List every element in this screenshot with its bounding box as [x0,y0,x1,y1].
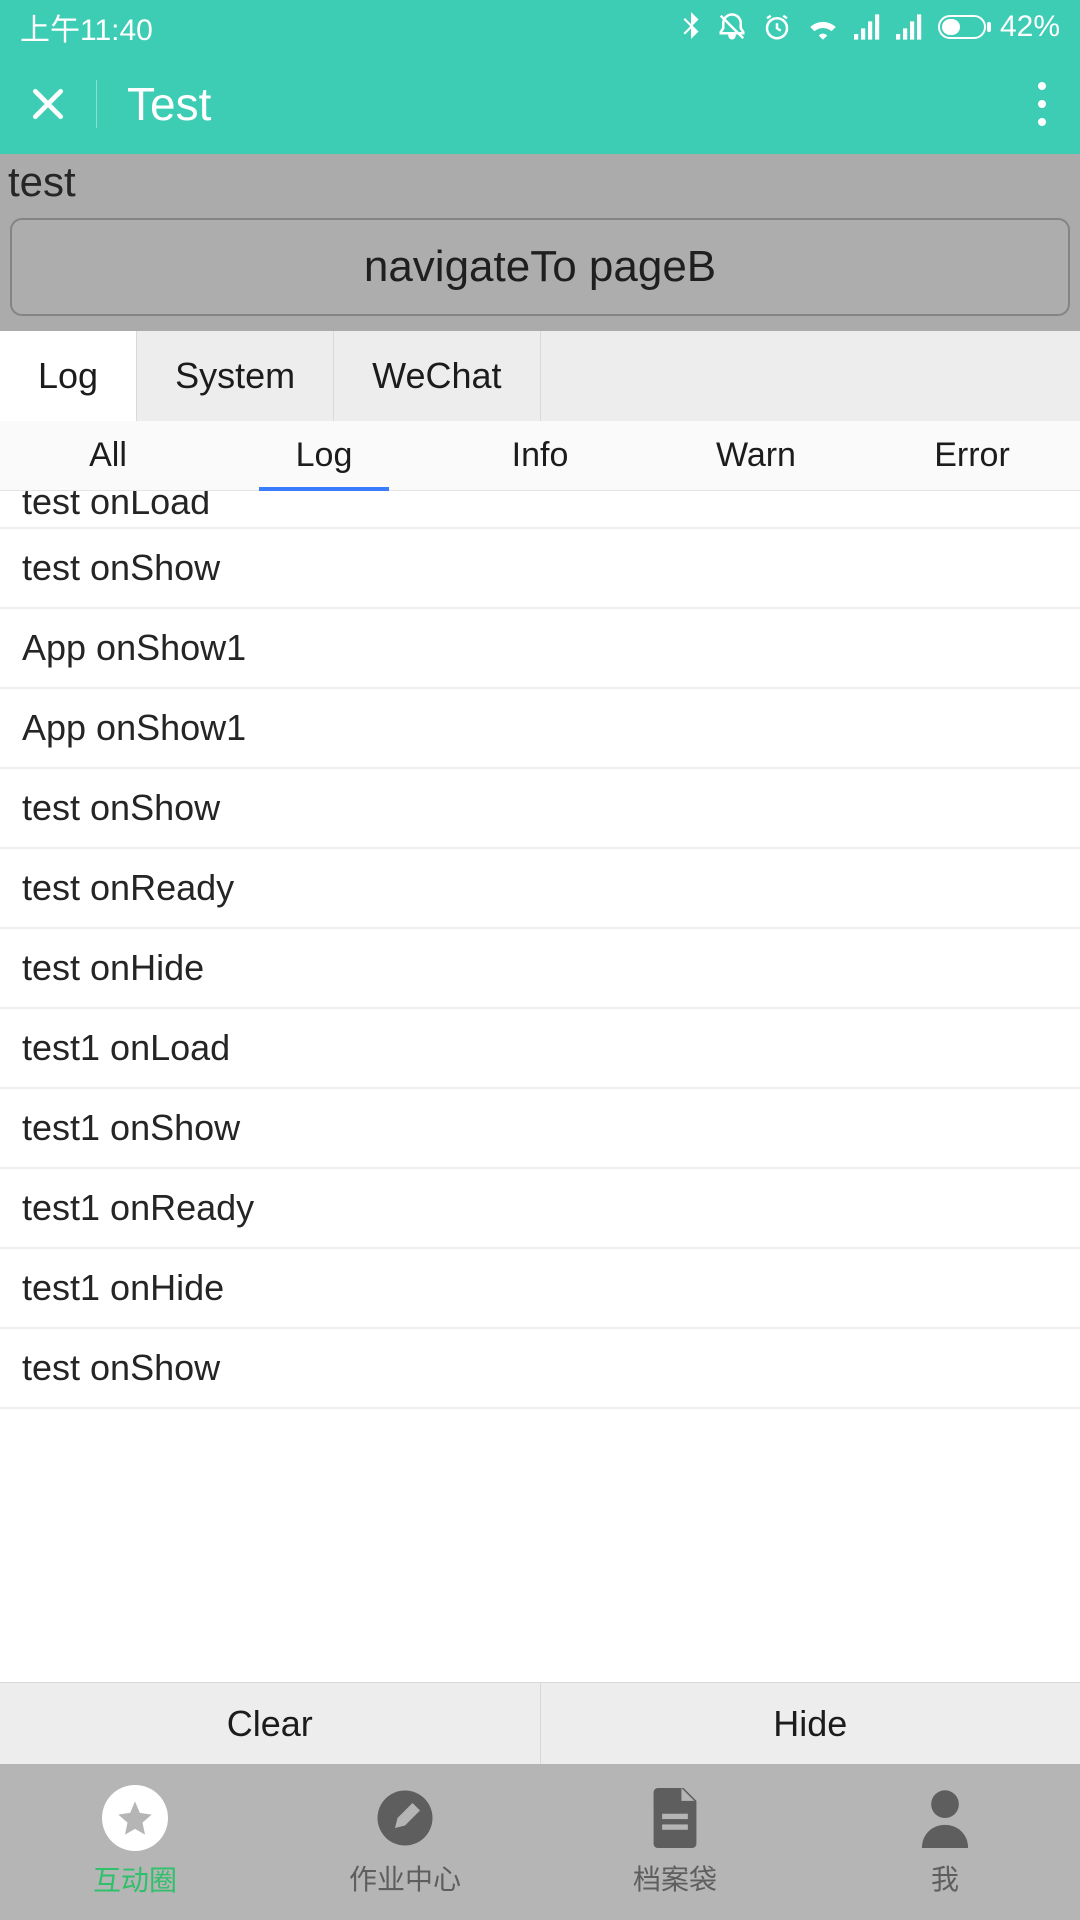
log-item: App onShow1 [0,609,1080,689]
content-label: test [0,154,1080,210]
navigate-button[interactable]: navigateTo pageB [10,218,1070,316]
tab-wechat[interactable]: WeChat [334,331,540,421]
log-item: test1 onLoad [0,1009,1080,1089]
log-list[interactable]: test onLoad test onShow App onShow1 App … [0,491,1080,1682]
battery-percent: 42% [1000,10,1060,44]
subtab-all[interactable]: All [0,421,216,490]
subtab-warn[interactable]: Warn [648,421,864,490]
log-item: test1 onReady [0,1169,1080,1249]
log-item: test1 onShow [0,1089,1080,1169]
log-item: test onHide [0,929,1080,1009]
header-divider [96,80,97,128]
nav-label: 作业中心 [349,1858,461,1898]
bottom-nav: 互动圈 作业中心 档案袋 我 [0,1764,1080,1920]
bluetooth-icon [680,12,702,42]
tab-system[interactable]: System [137,331,334,421]
log-item: test1 onHide [0,1249,1080,1329]
nav-item-archive[interactable]: 档案袋 [540,1764,810,1920]
subtab-info[interactable]: Info [432,421,648,490]
log-item: test onReady [0,849,1080,929]
person-icon [913,1786,977,1850]
nav-label: 我 [931,1858,959,1898]
edit-circle-icon [373,1786,437,1850]
log-item: test onShow [0,1329,1080,1409]
hide-button[interactable]: Hide [541,1683,1080,1764]
dot-icon [1038,100,1046,108]
nav-label: 互动圈 [93,1859,177,1899]
close-button[interactable] [24,80,72,128]
status-time: 上午11:40 [20,5,153,49]
content-area: test navigateTo pageB [0,154,1080,331]
nav-item-homework[interactable]: 作业中心 [270,1764,540,1920]
tab-log[interactable]: Log [0,331,137,421]
nav-item-interaction[interactable]: 互动圈 [0,1764,270,1920]
mute-icon [716,12,748,42]
console-actions: Clear Hide [0,1682,1080,1764]
wifi-icon [806,14,840,40]
alarm-icon [762,12,792,42]
nav-item-me[interactable]: 我 [810,1764,1080,1920]
clear-button[interactable]: Clear [0,1683,541,1764]
status-icons: 42% [680,10,1060,44]
dot-icon [1038,82,1046,90]
status-bar: 上午11:40 42% [0,0,1080,54]
console-sub-tabs: All Log Info Warn Error [0,421,1080,491]
battery-icon [938,15,992,39]
page-title: Test [127,77,211,131]
subtab-log[interactable]: Log [216,421,432,490]
log-item: test onShow [0,529,1080,609]
log-item: test onLoad [0,491,1080,529]
signal-icon [854,14,882,40]
console-top-tabs: Log System WeChat [0,331,1080,421]
file-icon [643,1786,707,1850]
log-item: App onShow1 [0,689,1080,769]
close-icon [29,85,67,123]
app-header: Test [0,54,1080,154]
console-panel: Log System WeChat All Log Info Warn Erro… [0,331,1080,1764]
signal-icon-2 [896,14,924,40]
dot-icon [1038,118,1046,126]
log-item: test onShow [0,769,1080,849]
menu-button[interactable] [1038,82,1046,126]
subtab-error[interactable]: Error [864,421,1080,490]
nav-label: 档案袋 [633,1858,717,1898]
star-icon [102,1785,168,1851]
